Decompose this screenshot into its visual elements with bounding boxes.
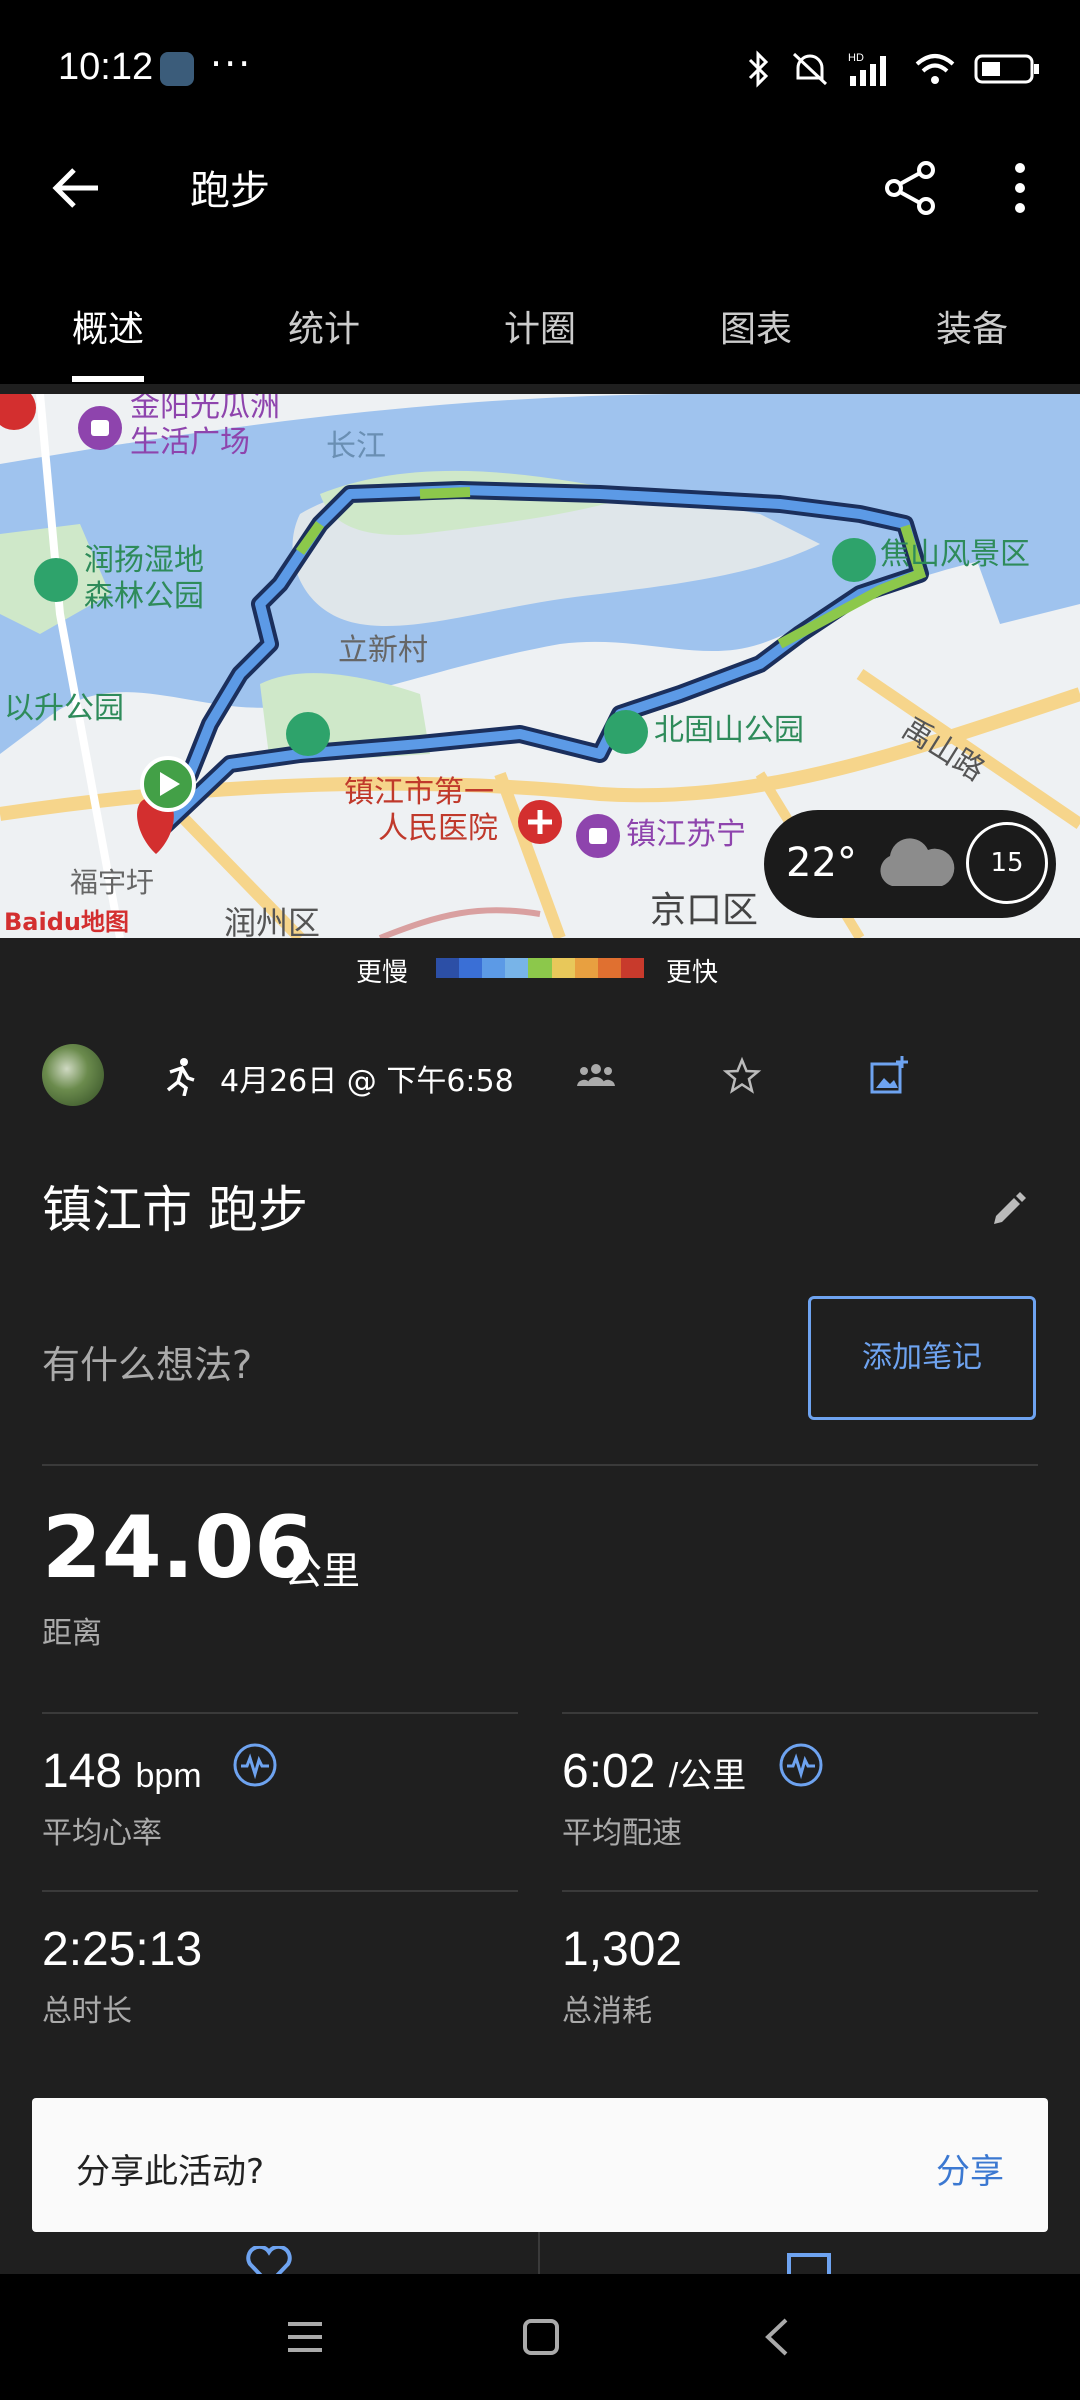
divider [562, 1890, 1038, 1892]
nav-back-icon[interactable] [758, 2318, 796, 2356]
activity-meta-row: 4月26日 @ 下午6:58 [42, 1044, 1042, 1108]
map-label: 焦山风景区 [880, 537, 1030, 572]
map-label: 北固山公园 [654, 713, 804, 748]
edit-pencil-icon[interactable] [988, 1190, 1028, 1230]
heart-icon[interactable] [244, 2246, 294, 2274]
battery-icon [974, 54, 1039, 84]
bluetooth-icon [748, 50, 769, 88]
divider [538, 2232, 540, 2274]
map-label: 人民医院 [378, 811, 498, 846]
distance-unit: 公里 [284, 1549, 361, 1593]
bottom-action-bar [0, 2232, 1080, 2274]
heart-rate-pulse-icon[interactable] [232, 1742, 278, 1788]
legend-slow-label: 更慢 [356, 958, 409, 988]
map-label: 镇江市第一 [344, 775, 494, 810]
running-icon [166, 1058, 195, 1096]
system-nav-bar [0, 2274, 1080, 2400]
tab-laps[interactable]: 计圈 [432, 260, 648, 384]
heart-rate-unit: bpm [135, 1757, 202, 1795]
group-icon[interactable] [576, 1060, 616, 1090]
legend-gradient [436, 958, 644, 978]
add-note-button[interactable]: 添加笔记 [808, 1296, 1036, 1420]
wind-speed-indicator: 15 [966, 822, 1048, 904]
duration-label: 总时长 [42, 1994, 132, 2029]
tab-overview[interactable]: 概述 [0, 260, 216, 384]
map-label: 润扬湿地 [84, 543, 204, 578]
share-icon[interactable] [880, 158, 940, 218]
wifi-icon [915, 54, 955, 84]
weather-chip[interactable]: 22° 15 [764, 810, 1056, 918]
distance-value: 24.06 [42, 1498, 315, 1598]
divider [562, 1712, 1038, 1714]
share-snackbar: 分享此活动? 分享 [32, 2098, 1048, 2232]
add-photo-icon[interactable] [868, 1054, 910, 1096]
tab-label: 统计 [287, 309, 360, 350]
pace-stat: 6:02 /公里 [562, 1744, 746, 1799]
more-notifications-icon: ··· [210, 42, 253, 86]
map-label: 立新村 [338, 633, 428, 668]
network-hd-label: HD [848, 52, 864, 64]
baidu-map-logo: Baidu地图 [4, 908, 129, 936]
legend-fast-label: 更快 [666, 958, 719, 988]
mute-icon [792, 52, 828, 86]
pace-label: 平均配速 [562, 1816, 682, 1851]
tab-bar: 概述 统计 计圈 图表 装备 [0, 260, 1080, 384]
divider [42, 1890, 518, 1892]
map-label: 润州区 [224, 904, 320, 938]
map-label: 金阳光瓜洲 [130, 394, 280, 424]
tab-label: 装备 [935, 309, 1008, 350]
tab-charts[interactable]: 图表 [648, 260, 864, 384]
share-prompt: 分享此活动? [76, 2152, 265, 2192]
menu-icon[interactable] [286, 2318, 324, 2356]
tab-gear[interactable]: 装备 [864, 260, 1080, 384]
star-icon[interactable] [722, 1056, 762, 1096]
heart-rate-stat: 148 bpm [42, 1744, 202, 1799]
app-notification-icon [160, 52, 194, 86]
calories-value: 1,302 [562, 1923, 683, 1976]
page-title: 跑步 [190, 168, 270, 214]
tab-stats[interactable]: 统计 [216, 260, 432, 384]
pace-unit: /公里 [668, 1757, 747, 1795]
thoughts-prompt[interactable]: 有什么想法? [42, 1334, 252, 1389]
app-bar: 跑步 [0, 120, 1080, 260]
back-arrow-icon[interactable] [44, 156, 108, 220]
home-icon[interactable] [522, 2318, 560, 2356]
share-button[interactable]: 分享 [936, 2144, 1004, 2193]
map-label: 京口区 [650, 890, 758, 931]
signal-icon: HD [848, 52, 886, 86]
pace-value: 6:02 [562, 1745, 656, 1798]
divider [42, 1464, 1038, 1466]
map-label: 以升公园 [4, 691, 124, 726]
tab-label: 图表 [719, 309, 792, 350]
activity-title: 镇江市 跑步 [42, 1181, 308, 1239]
pace-pulse-icon[interactable] [778, 1742, 824, 1788]
pace-legend: 更慢 更快 [0, 946, 1080, 990]
status-time: 10:12 [58, 46, 154, 88]
activity-date: 4月26日 @ 下午6:58 [220, 1064, 514, 1099]
more-vert-icon[interactable] [1000, 158, 1040, 218]
calories-label: 总消耗 [562, 1994, 652, 2029]
map-label: 生活广场 [130, 425, 250, 460]
distance-label: 距离 [42, 1616, 102, 1651]
map-label: 长江 [326, 429, 386, 464]
weather-temperature: 22° [786, 840, 857, 886]
tab-label: 计圈 [503, 309, 576, 350]
cloud-icon [880, 838, 955, 886]
map-label: 福宇圩 [70, 866, 154, 899]
divider [42, 1712, 518, 1714]
map-label: 镇江苏宁 [626, 817, 746, 852]
duration-value: 2:25:13 [42, 1923, 203, 1976]
status-bar: 10:12 ··· HD [0, 0, 1080, 140]
status-icons: HD [746, 50, 1040, 88]
comment-icon[interactable] [786, 2252, 832, 2274]
map-label: 森林公园 [84, 579, 204, 614]
heart-rate-value: 148 [42, 1745, 123, 1798]
heart-rate-label: 平均心率 [42, 1816, 162, 1851]
avatar[interactable] [42, 1044, 104, 1106]
tab-label: 概述 [71, 309, 144, 350]
